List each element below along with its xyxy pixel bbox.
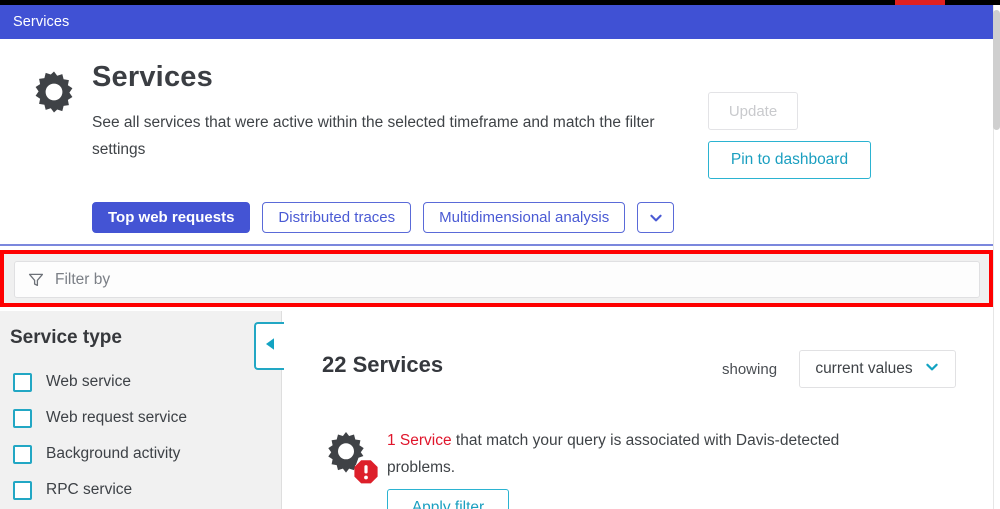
pin-to-dashboard-button[interactable]: Pin to dashboard bbox=[708, 141, 871, 179]
main-content: 22 Services showing current values 1 Ser… bbox=[283, 311, 993, 509]
gear-icon bbox=[30, 68, 78, 116]
filter-bar-highlight: Filter by bbox=[0, 250, 993, 307]
page-header-card: Services See all services that were acti… bbox=[0, 39, 993, 246]
tab-distributed-traces[interactable]: Distributed traces bbox=[262, 202, 412, 233]
gear-error-icon bbox=[321, 429, 381, 487]
sidebar-item-web-request-service[interactable]: Web request service bbox=[13, 400, 263, 436]
checkbox-background-activity[interactable] bbox=[13, 444, 32, 464]
tabs-more-button[interactable] bbox=[637, 202, 675, 233]
page-scrollbar-thumb[interactable] bbox=[993, 10, 1000, 130]
showing-label: showing bbox=[722, 361, 778, 378]
service-type-checklist: Web service Web request service Backgrou… bbox=[13, 364, 263, 508]
page-scrollbar-track[interactable] bbox=[993, 5, 1000, 509]
update-button[interactable]: Update bbox=[708, 92, 798, 130]
chevron-down-icon bbox=[648, 210, 664, 226]
showing-values-text: current values bbox=[815, 360, 913, 377]
funnel-icon bbox=[28, 272, 44, 288]
sidebar-item-label: Web service bbox=[46, 373, 131, 390]
davis-problem-message: 1 Service that match your query is assoc… bbox=[387, 427, 887, 481]
sidebar-title: Service type bbox=[10, 327, 122, 348]
filter-placeholder-text: Filter by bbox=[55, 270, 111, 288]
chevron-down-icon bbox=[924, 359, 940, 380]
sidebar-collapse-button[interactable] bbox=[254, 322, 284, 370]
sidebar-item-label: Background activity bbox=[46, 445, 181, 462]
checkbox-web-request-service[interactable] bbox=[13, 408, 32, 428]
tab-top-web-requests[interactable]: Top web requests bbox=[92, 202, 251, 233]
app-titlebar-label: Services bbox=[13, 14, 70, 30]
view-tabs: Top web requests Distributed traces Mult… bbox=[92, 202, 675, 233]
checkbox-rpc-service[interactable] bbox=[13, 480, 32, 500]
app-window: Services Services See all services that … bbox=[0, 0, 1000, 509]
page-title: Services bbox=[92, 61, 213, 93]
triangle-left-icon bbox=[263, 336, 277, 357]
sidebar-item-label: RPC service bbox=[46, 481, 133, 498]
apply-filter-button[interactable]: Apply filter bbox=[387, 489, 509, 509]
filter-input-wrapper[interactable]: Filter by bbox=[14, 261, 980, 298]
app-titlebar: Services bbox=[0, 5, 993, 39]
sidebar-item-rpc-service[interactable]: RPC service bbox=[13, 472, 263, 508]
sidebar-item-background-activity[interactable]: Background activity bbox=[13, 436, 263, 472]
davis-problem-count: 1 Service bbox=[387, 432, 452, 449]
service-count-heading: 22 Services bbox=[322, 352, 444, 377]
sidebar-item-web-service[interactable]: Web service bbox=[13, 364, 263, 400]
sidebar-item-label: Web request service bbox=[46, 409, 187, 426]
checkbox-web-service[interactable] bbox=[13, 372, 32, 392]
service-type-sidebar: Service type Web service Web request ser… bbox=[0, 311, 282, 509]
showing-values-dropdown[interactable]: current values bbox=[799, 350, 956, 388]
tab-multidimensional-analysis[interactable]: Multidimensional analysis bbox=[423, 202, 626, 233]
page-description: See all services that were active within… bbox=[92, 114, 655, 158]
davis-problem-rest: that match your query is associated with… bbox=[387, 432, 840, 476]
